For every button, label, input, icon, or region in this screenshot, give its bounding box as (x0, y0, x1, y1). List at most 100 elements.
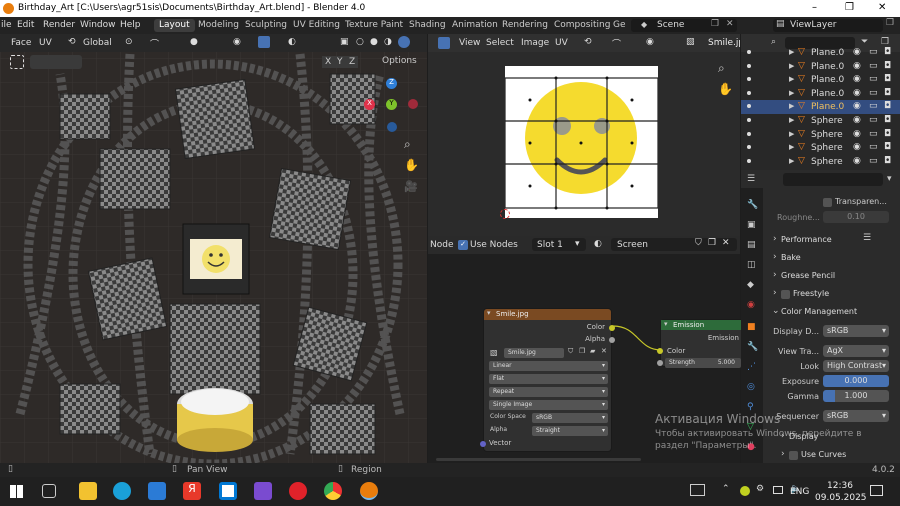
chrome-browser-icon[interactable] (324, 482, 342, 500)
use-curves-checkbox[interactable] (789, 451, 798, 460)
eye-icon[interactable]: ◉ (853, 74, 861, 84)
camera-icon[interactable]: ◘ (884, 47, 891, 57)
world-tab-icon[interactable]: ◉ (747, 300, 755, 310)
tab-animation[interactable]: Animation (447, 19, 503, 32)
gamma-slider[interactable]: 1.000 (823, 390, 889, 402)
rendered-shading-icon[interactable] (398, 36, 410, 48)
bake-panel[interactable]: Bake (781, 253, 801, 262)
yandex-browser-icon[interactable]: Я (183, 482, 201, 500)
transparent-checkbox[interactable] (823, 198, 832, 207)
new-viewlayer-icon[interactable]: ❐ (886, 18, 894, 28)
gizmo-x[interactable]: X (364, 99, 375, 110)
clock-time[interactable]: 12:36 (827, 481, 853, 491)
input-vector-socket[interactable] (480, 441, 486, 447)
camera-icon[interactable]: ◘ (884, 101, 891, 111)
menu-edit[interactable]: Edit (17, 20, 34, 30)
edge-browser-icon[interactable] (113, 482, 131, 500)
display-device-dropdown[interactable]: sRGB ▾ (823, 325, 889, 337)
game-app-icon[interactable] (254, 482, 272, 500)
task-view-icon[interactable] (42, 484, 56, 498)
camera-icon[interactable]: ◘ (884, 156, 891, 166)
monitor-icon[interactable]: ▭ (869, 74, 878, 84)
tab-shading[interactable]: Shading (404, 19, 451, 32)
tab-uv-editing[interactable]: UV Editing (288, 19, 345, 32)
menu-window[interactable]: Window (80, 20, 116, 30)
monitor-icon[interactable]: ▭ (869, 156, 878, 166)
eye-icon[interactable]: ◉ (853, 88, 861, 98)
menu-file[interactable]: ile (1, 20, 12, 30)
eye-icon[interactable]: ◉ (853, 101, 861, 111)
camera-view-icon[interactable]: 🎥 (404, 180, 418, 193)
editor-type-icon[interactable] (438, 37, 450, 49)
expand-arrow-icon[interactable]: ▶ (789, 75, 794, 83)
snap-icon[interactable]: ⌒ (612, 37, 621, 50)
eye-icon[interactable]: ◉ (853, 142, 861, 152)
menu-render[interactable]: Render (43, 20, 75, 30)
roughness-field[interactable]: 0.10 (823, 211, 889, 223)
slot-selector[interactable]: Slot 1 ▾ (532, 238, 586, 251)
material-shading-icon[interactable]: ◑ (384, 37, 392, 47)
gizmo-z[interactable]: Z (386, 78, 397, 89)
physics-tab-icon[interactable]: ◎ (747, 382, 755, 392)
menu-image[interactable]: Image (521, 38, 549, 48)
collapse-icon[interactable]: ▾ (487, 309, 491, 317)
uv-image-canvas[interactable] (505, 66, 658, 218)
tab-more[interactable]: Ge (608, 19, 631, 32)
axis-x-toggle[interactable]: X (322, 56, 335, 68)
pan-hand-icon[interactable]: ✋ (404, 158, 419, 172)
camera-icon[interactable]: ◘ (884, 129, 891, 139)
camera-icon[interactable]: ◘ (884, 74, 891, 84)
gizmo-toggle-icon[interactable] (258, 36, 270, 48)
select-mode-icons[interactable] (30, 55, 82, 69)
menu-help[interactable]: Help (120, 20, 141, 30)
clock-date[interactable]: 09.05.2025 (815, 493, 867, 503)
constraints-tab-icon[interactable]: ⚲ (747, 402, 754, 412)
wireframe-shading-icon[interactable]: ○ (356, 37, 364, 47)
object-tab-icon[interactable]: ■ (747, 322, 756, 332)
input-strength-socket[interactable] (657, 360, 663, 366)
expand-arrow-icon[interactable]: ▶ (789, 102, 794, 110)
overlay-toggle-icon[interactable]: ◐ (288, 37, 296, 47)
outliner-row[interactable]: ▶ ▽ Sphere ◉ ▭ ◘ (741, 114, 900, 128)
properties-editor-type-icon[interactable]: ☰ (747, 174, 755, 184)
image-texture-node[interactable]: ▾ Smile.jpg Color Alpha ▧ Smile.jpg ⛉ ❐ … (480, 308, 615, 452)
node-header[interactable]: ▾ Emission (661, 320, 741, 330)
performance-panel[interactable]: Performance (781, 235, 832, 244)
image-browse-icon[interactable]: ▧ (686, 37, 695, 47)
strength-field[interactable]: Strength 5.000 (665, 358, 741, 368)
outliner[interactable]: ⌕ ⏷ ❐ ▶ ▽ Plane.0 ◉ ▭ ◘ ▶ ▽ Plane.0 ◉ ▭ ◘ ▶ ▽ Plane.0 ◉… (741, 34, 900, 170)
language-indicator[interactable]: ENG (790, 487, 809, 497)
expand-arrow-icon[interactable]: ▶ (789, 89, 794, 97)
unlink-icon[interactable]: ✕ (601, 347, 607, 355)
outliner-row[interactable]: ▶ ▽ Plane.0 ◉ ▭ ◘ (741, 73, 900, 87)
eye-icon[interactable]: ◉ (853, 47, 861, 57)
camera-icon[interactable]: ◘ (884, 115, 891, 125)
close-button[interactable]: ✕ (878, 2, 886, 13)
zoom-icon[interactable]: ⌕ (718, 61, 725, 76)
viewlayer-selector[interactable]: ▤ ViewLayer (773, 19, 883, 32)
projection-dropdown[interactable]: Flat ▾ (489, 374, 608, 384)
input-color-socket[interactable] (657, 348, 663, 354)
particles-tab-icon[interactable]: ⋰ (747, 362, 756, 372)
camera-icon[interactable]: ◘ (884, 61, 891, 71)
proportional-icon[interactable]: ◉ (646, 37, 654, 47)
file-explorer-icon[interactable] (79, 482, 97, 500)
pan-hand-icon[interactable]: ✋ (718, 82, 733, 96)
use-curves-subpanel[interactable]: Use Curves (801, 450, 846, 459)
maximize-button[interactable]: ❐ (845, 2, 854, 13)
emission-node[interactable]: ▾ Emission Emission Color Strength 5.000 (657, 319, 742, 368)
use-nodes-checkbox[interactable]: ✓ (458, 240, 468, 250)
tab-rendering[interactable]: Rendering (497, 19, 553, 32)
monitor-icon[interactable]: ▭ (869, 142, 878, 152)
view-transform-dropdown[interactable]: AgX ▾ (823, 345, 889, 357)
expand-arrow-icon[interactable]: ▶ (789, 62, 794, 70)
expand-arrow-icon[interactable]: ▶ (789, 116, 794, 124)
unlink-icon[interactable]: ✕ (722, 238, 730, 248)
battery-icon[interactable] (773, 486, 783, 494)
scene-selector[interactable]: ◆ Scene ❐ ✕ (631, 19, 737, 32)
exposure-slider[interactable]: 0.000 (823, 375, 889, 387)
freestyle-checkbox[interactable] (781, 290, 790, 299)
minimize-button[interactable]: – (812, 2, 817, 13)
outliner-row[interactable]: ▶ ▽ Sphere ◉ ▭ ◘ (741, 128, 900, 142)
transform-orientation-select[interactable]: Global (83, 38, 112, 48)
